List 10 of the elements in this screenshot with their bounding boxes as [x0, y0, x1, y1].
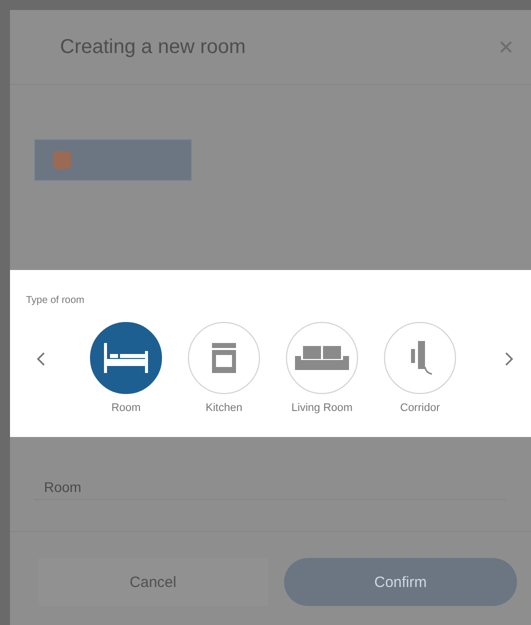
picker-label: Type of room — [26, 295, 84, 306]
next-icon[interactable] — [504, 351, 514, 367]
previous-icon[interactable] — [36, 351, 46, 367]
room-name-field[interactable]: Room — [34, 475, 507, 500]
confirm-button[interactable]: Confirm — [284, 558, 517, 606]
dialog-title: Creating a new room — [60, 36, 246, 58]
oven-icon — [210, 343, 238, 373]
sofa-icon — [295, 344, 349, 372]
door-icon — [408, 341, 432, 375]
bed-icon — [102, 343, 150, 373]
